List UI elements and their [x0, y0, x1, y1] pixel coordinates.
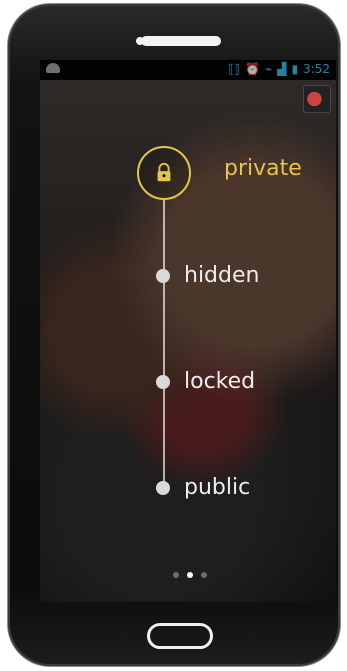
home-button[interactable] [147, 623, 213, 649]
lock-icon-button[interactable] [137, 146, 191, 200]
privacy-option-locked[interactable]: locked [184, 368, 255, 396]
page-dot-active[interactable] [187, 572, 193, 578]
page-dot[interactable] [173, 572, 179, 578]
privacy-node-locked[interactable] [156, 375, 170, 389]
privacy-node-hidden[interactable] [156, 269, 170, 283]
earpiece-speaker [141, 36, 221, 46]
privacy-option-public[interactable]: public [184, 474, 250, 502]
lock-icon [157, 162, 171, 182]
phone-frame: ⟦⟧ ⏰ ⌁ ▟ ▮ 3:52 private hidden locked pu… [8, 4, 340, 666]
profile-avatar[interactable] [304, 86, 330, 112]
privacy-option-hidden[interactable]: hidden [184, 262, 259, 290]
privacy-option-private[interactable]: private [224, 155, 302, 183]
dim-overlay [40, 60, 336, 602]
privacy-node-public[interactable] [156, 481, 170, 495]
page-indicator [170, 572, 210, 582]
privacy-timeline [163, 199, 165, 489]
page-dot[interactable] [201, 572, 207, 578]
app-screen: ⟦⟧ ⏰ ⌁ ▟ ▮ 3:52 private hidden locked pu… [40, 60, 336, 602]
